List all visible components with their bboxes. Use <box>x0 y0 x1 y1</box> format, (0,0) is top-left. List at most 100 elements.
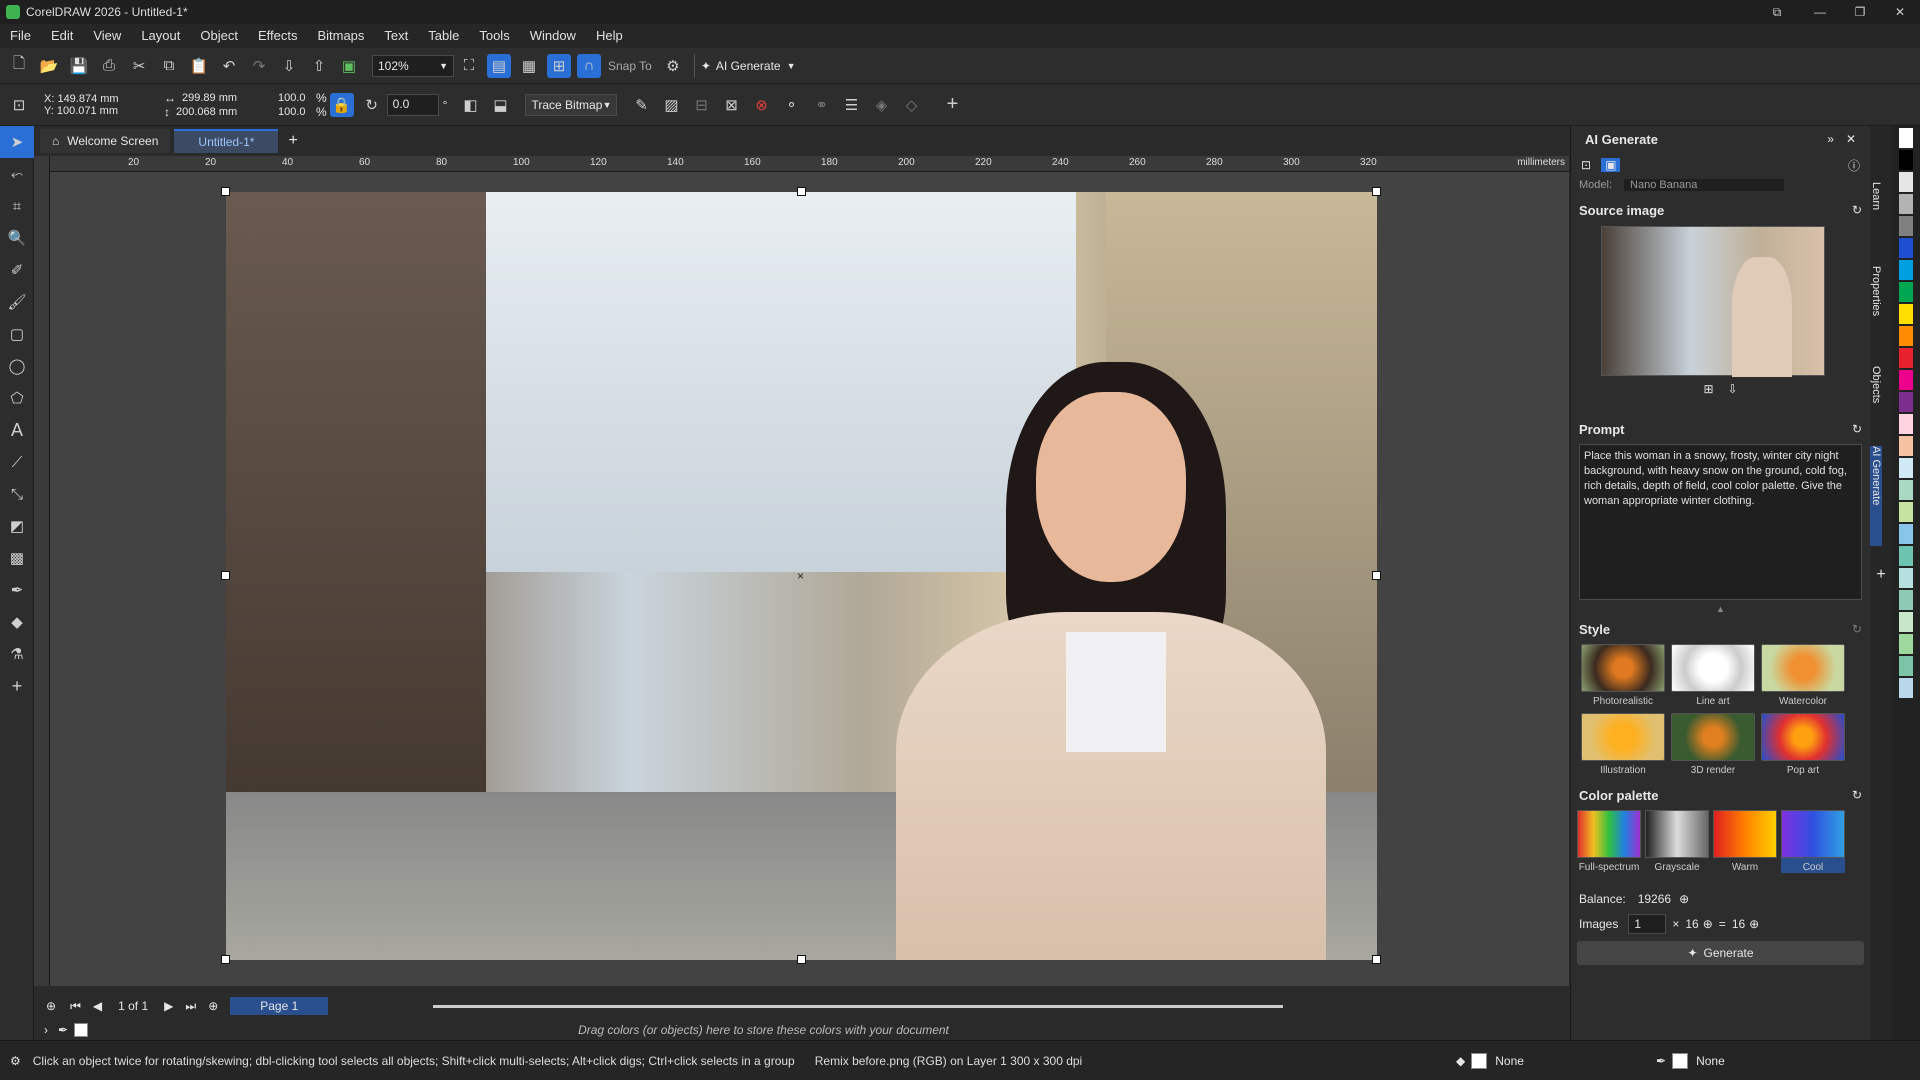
y-position-field[interactable]: Y: 100.071 mm <box>44 105 144 117</box>
color-swatch[interactable] <box>1899 414 1913 434</box>
scale-y-field[interactable]: 100.0 <box>278 106 316 118</box>
text-tool-icon[interactable]: A <box>0 414 34 446</box>
menu-tools[interactable]: Tools <box>469 24 519 48</box>
color-swatch[interactable] <box>1899 612 1913 632</box>
paste-icon[interactable]: 📋 <box>187 54 211 78</box>
palette-warm[interactable]: Warm <box>1713 810 1777 873</box>
menu-file[interactable]: File <box>0 24 41 48</box>
maximize-button[interactable]: ❐ <box>1840 5 1880 19</box>
rectangle-tool-icon[interactable]: ▢ <box>0 318 34 350</box>
color-swatch[interactable] <box>1899 656 1913 676</box>
first-page-icon[interactable]: ⏮ <box>70 999 81 1014</box>
pick-tool-icon[interactable]: ➤ <box>0 126 34 158</box>
color-swatch[interactable] <box>1899 150 1913 170</box>
open-icon[interactable]: 📂 <box>37 54 61 78</box>
reset-icon[interactable]: ↻ <box>1852 622 1862 636</box>
palette-grayscale[interactable]: Grayscale <box>1645 810 1709 873</box>
color-swatch[interactable] <box>1899 216 1913 236</box>
color-swatch[interactable] <box>1899 502 1913 522</box>
color-swatch[interactable] <box>1899 436 1913 456</box>
color-swatch[interactable] <box>1899 568 1913 588</box>
color-swatch[interactable] <box>1899 678 1913 698</box>
selection-handle-tm[interactable] <box>797 187 806 196</box>
bitmap-mask-icon[interactable]: ⊠ <box>719 93 743 117</box>
lock-ratio-icon[interactable]: 🔒 <box>329 92 354 117</box>
rotate-icon[interactable]: ↻ <box>360 93 384 117</box>
style-line-art[interactable]: Line art <box>1671 644 1755 707</box>
style-illustration[interactable]: Illustration <box>1581 713 1665 776</box>
interactive-fill-icon[interactable]: ◆ <box>0 606 34 638</box>
x-position-field[interactable]: X: 149.874 mm <box>44 93 144 105</box>
color-swatch[interactable] <box>1899 348 1913 368</box>
new-document-icon[interactable]: 🗋 <box>7 54 31 78</box>
panel-close-icon[interactable]: ✕ <box>1846 132 1856 146</box>
collapse-up-icon[interactable]: ▲ <box>1571 604 1870 614</box>
menu-table[interactable]: Table <box>418 24 469 48</box>
close-button[interactable]: ✕ <box>1880 5 1920 19</box>
object-origin-icon[interactable]: ⊡ <box>7 93 31 117</box>
reset-icon[interactable]: ↻ <box>1852 203 1862 217</box>
ai-generate-button[interactable]: ✦ AI Generate ▼ <box>693 53 802 78</box>
smart-fill-icon[interactable]: ⚗ <box>0 638 34 670</box>
color-swatch[interactable] <box>1899 326 1913 346</box>
dimension-tool-icon[interactable]: ⟋ <box>0 446 34 478</box>
images-stepper[interactable]: 1 <box>1628 914 1667 934</box>
replace-image-icon[interactable]: ⊞ <box>1703 382 1713 396</box>
menu-window[interactable]: Window <box>520 24 586 48</box>
zoom-tool-icon[interactable]: 🔍 <box>0 222 34 254</box>
docker-tab-learn[interactable]: Learn <box>1870 166 1882 226</box>
selection-handle-bm[interactable] <box>797 955 806 964</box>
expand-icon[interactable]: › <box>44 1023 48 1037</box>
color-swatch[interactable] <box>1899 260 1913 280</box>
style-watercolor[interactable]: Watercolor <box>1761 644 1845 707</box>
resample-icon[interactable]: ⊟ <box>689 93 713 117</box>
color-swatch[interactable] <box>1899 238 1913 258</box>
remove-background-icon[interactable]: ⊗ <box>749 93 773 117</box>
menu-text[interactable]: Text <box>374 24 418 48</box>
color-swatch[interactable] <box>1899 194 1913 214</box>
next-page-icon[interactable]: ▶ <box>164 999 173 1013</box>
color-swatch[interactable] <box>1899 172 1913 192</box>
export-icon[interactable]: ⇧ <box>307 54 331 78</box>
prompt-textarea[interactable]: Place this woman in a snowy, frosty, win… <box>1579 444 1862 600</box>
copy-icon[interactable]: ⧉ <box>157 54 181 78</box>
new-tab-icon[interactable]: + <box>288 132 297 150</box>
zoom-select[interactable]: 102% ▼ <box>372 54 454 77</box>
generate-button[interactable]: ✦ Generate <box>1577 941 1864 965</box>
menu-help[interactable]: Help <box>586 24 633 48</box>
palette-full-spectrum[interactable]: Full-spectrum <box>1577 810 1641 873</box>
artistic-media-icon[interactable]: 🖌 <box>0 286 34 318</box>
to-back-icon[interactable]: ◇ <box>899 93 923 117</box>
width-field[interactable]: 299.89 mm <box>182 92 237 104</box>
eyedropper-icon[interactable]: ✒ <box>58 1023 68 1037</box>
add-tool-icon[interactable]: + <box>0 670 34 702</box>
minimize-button[interactable]: — <box>1800 5 1840 19</box>
guidelines-icon[interactable]: ⊞ <box>547 53 571 78</box>
print-icon[interactable]: ⎙ <box>97 54 121 78</box>
docker-tab-objects[interactable]: Objects <box>1870 366 1882 426</box>
add-docker-icon[interactable]: + <box>1870 566 1892 584</box>
menu-object[interactable]: Object <box>190 24 248 48</box>
trace-bitmap-button[interactable]: Trace Bitmap ▼ <box>525 93 618 116</box>
selection-handle-mr[interactable] <box>1372 571 1381 580</box>
mirror-vertical-icon[interactable]: ⬓ <box>488 93 512 117</box>
to-front-icon[interactable]: ◈ <box>869 93 893 117</box>
ellipse-tool-icon[interactable]: ◯ <box>0 350 34 382</box>
add-icon[interactable]: + <box>940 93 964 117</box>
options-gear-icon[interactable]: ⚙ <box>661 54 685 78</box>
menu-bitmaps[interactable]: Bitmaps <box>307 24 374 48</box>
color-swatch[interactable] <box>1899 392 1913 412</box>
selection-handle-bl[interactable] <box>221 955 230 964</box>
undo-icon[interactable]: ↶ <box>217 54 241 78</box>
link-icon[interactable]: ⚭ <box>809 93 833 117</box>
selection-handle-tl[interactable] <box>221 187 230 196</box>
text-to-image-icon[interactable]: ⊡ <box>1581 158 1591 172</box>
collapse-icon[interactable]: » <box>1827 132 1834 146</box>
color-swatch[interactable] <box>1899 590 1913 610</box>
crop-bitmap-icon[interactable]: ▨ <box>659 93 683 117</box>
fill-swatch[interactable] <box>1471 1053 1488 1069</box>
restore-panels-icon[interactable]: ⧉ <box>1754 5 1800 20</box>
mirror-horizontal-icon[interactable]: ◧ <box>458 93 482 117</box>
polygon-tool-icon[interactable]: ⬠ <box>0 382 34 414</box>
rulers-icon[interactable]: ▦ <box>517 54 541 78</box>
